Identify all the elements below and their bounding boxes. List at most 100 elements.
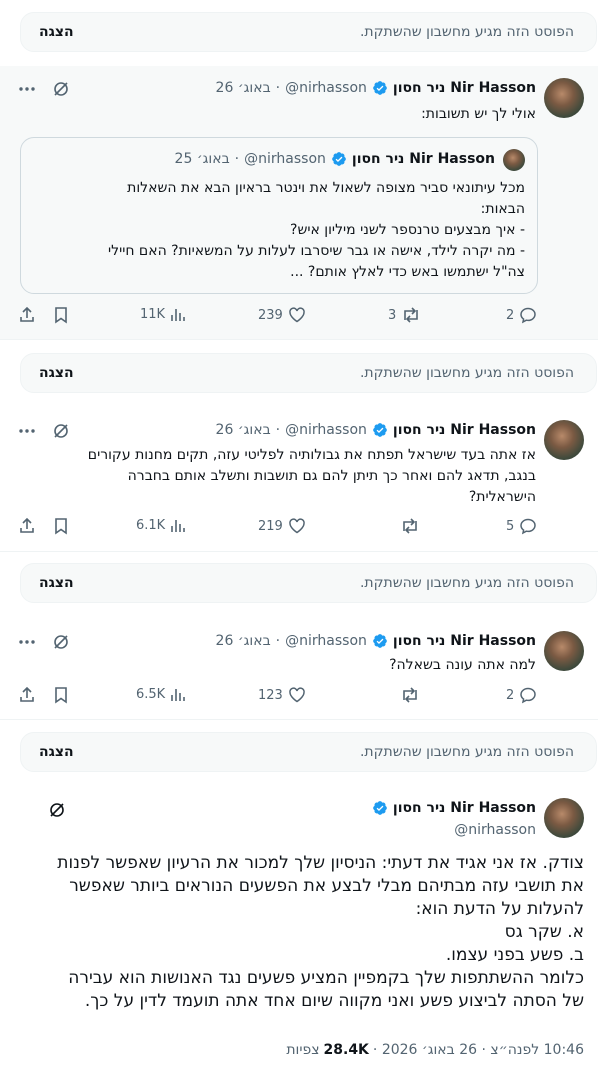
author-name[interactable]: ניר חסון Nir Hasson bbox=[393, 800, 536, 816]
views-icon bbox=[171, 689, 186, 701]
more-options-icon[interactable] bbox=[18, 80, 36, 98]
author-handle[interactable]: @nirhasson bbox=[454, 822, 536, 838]
views-button[interactable]: 6.5K bbox=[136, 686, 186, 702]
quoted-text-line: צה"ל ישתמשו באש כדי לאלץ אותם? ... bbox=[290, 264, 525, 280]
reposts-count: 3 bbox=[388, 307, 397, 323]
tweet-date[interactable]: 26 באוג׳ bbox=[216, 80, 271, 96]
tweet-header: ניר חסון Nir Hasson @nirhasson · 26 באוג… bbox=[216, 633, 536, 649]
main-tweet-header: ניר חסון Nir Hasson bbox=[372, 800, 536, 816]
bookmark-button[interactable] bbox=[52, 517, 70, 535]
divider bbox=[0, 551, 598, 552]
grok-icon[interactable] bbox=[52, 633, 70, 651]
muted-post-notice: הצגה הפוסט הזה מגיע מחשבון שהשתקת. bbox=[20, 353, 597, 393]
tweet-top-icons bbox=[18, 633, 70, 651]
bookmark-button[interactable] bbox=[52, 306, 70, 324]
muted-post-notice: הצגה הפוסט הזה מגיע מחשבון שהשתקת. bbox=[20, 732, 597, 772]
more-options-icon[interactable] bbox=[18, 422, 36, 440]
reply-icon bbox=[520, 518, 537, 535]
avatar[interactable] bbox=[544, 631, 584, 671]
tweet-top-icons bbox=[48, 801, 66, 819]
repost-icon bbox=[403, 518, 417, 534]
likes-count: 123 bbox=[258, 687, 283, 703]
show-post-button[interactable]: הצגה bbox=[39, 575, 74, 591]
dot-separator: · bbox=[275, 422, 281, 438]
tweet-text-line: הישראלית? bbox=[468, 489, 536, 505]
author-handle[interactable]: @nirhasson bbox=[285, 80, 367, 96]
verified-badge-icon bbox=[373, 81, 387, 95]
main-tweet-text: צודק. אז אני אגיד את דעתי: הניסיון שלך ל… bbox=[18, 852, 584, 1013]
divider bbox=[0, 339, 598, 340]
repost-button[interactable] bbox=[400, 686, 420, 704]
share-button[interactable] bbox=[18, 306, 36, 324]
author-handle[interactable]: @nirhasson bbox=[285, 422, 367, 438]
author-name[interactable]: ניר חסון Nir Hasson bbox=[393, 633, 536, 649]
main-tweet-timestamp: 10:46 לפנה״צ · 26 באוג׳ 2026 · 28.4K צפי… bbox=[286, 1042, 584, 1058]
more-options-icon[interactable] bbox=[18, 633, 36, 651]
verified-badge-icon bbox=[373, 801, 387, 815]
main-tweet-line: את תושבי עזה מבתיהם מבלי לבצע את הפשעים … bbox=[69, 876, 584, 896]
tweet-top-icons bbox=[18, 422, 70, 440]
likes-count: 239 bbox=[258, 307, 283, 323]
author-handle[interactable]: @nirhasson bbox=[285, 633, 367, 649]
tweet-text: אז אתה בעד שישראל תפתח את גבולותיה לפליט… bbox=[16, 445, 536, 508]
views-count: 6.5K bbox=[136, 686, 166, 702]
author-name[interactable]: ניר חסון Nir Hasson bbox=[393, 422, 536, 438]
grok-icon[interactable] bbox=[52, 80, 70, 98]
muted-post-message: הפוסט הזה מגיע מחשבון שהשתקת. bbox=[359, 24, 574, 40]
muted-post-message: הפוסט הזה מגיע מחשבון שהשתקת. bbox=[359, 744, 574, 760]
main-tweet-handle-row: @nirhasson bbox=[454, 822, 536, 838]
muted-post-message: הפוסט הזה מגיע מחשבון שהשתקת. bbox=[359, 575, 574, 591]
tweet-date[interactable]: 26 באוג׳ bbox=[216, 422, 271, 438]
share-button[interactable] bbox=[18, 686, 36, 704]
quoted-text: מכל עיתונאי סביר מצופה לשאול את וינטר בר… bbox=[31, 178, 525, 283]
show-post-button[interactable]: הצגה bbox=[39, 365, 74, 381]
like-button[interactable]: 123 bbox=[258, 686, 306, 704]
tweet-date[interactable]: 26 באוג׳ bbox=[216, 633, 271, 649]
main-tweet-line: כלומר ההשתתפות שלך בקמפיין המציע פשעים נ… bbox=[68, 968, 584, 988]
tweet-header: ניר חסון Nir Hasson @nirhasson · 26 באוג… bbox=[216, 80, 536, 96]
bookmark-button[interactable] bbox=[52, 686, 70, 704]
tweet-text: למה אתה עונה בשאלה? bbox=[389, 657, 536, 673]
tweet-text-line: אז אתה בעד שישראל תפתח את גבולותיה לפליט… bbox=[87, 447, 536, 463]
reply-button[interactable]: 5 bbox=[506, 517, 537, 535]
avatar[interactable] bbox=[544, 78, 584, 118]
tweet-actions: 6.1K 219 5 bbox=[18, 517, 538, 539]
avatar[interactable] bbox=[544, 798, 584, 838]
views-button[interactable]: 6.1K bbox=[136, 517, 186, 533]
share-icon bbox=[20, 517, 34, 533]
like-button[interactable]: 239 bbox=[258, 306, 306, 324]
quoted-author-name: ניר חסון Nir Hasson bbox=[351, 151, 495, 167]
grok-icon[interactable] bbox=[48, 801, 66, 819]
muted-post-message: הפוסט הזה מגיע מחשבון שהשתקת. bbox=[359, 365, 574, 381]
dot-separator: · bbox=[275, 633, 281, 649]
timestamp-text[interactable]: 10:46 לפנה״צ · 26 באוג׳ 2026 · bbox=[373, 1042, 584, 1058]
replies-count: 2 bbox=[506, 307, 515, 323]
repost-button[interactable]: 3 bbox=[388, 306, 421, 324]
avatar[interactable] bbox=[544, 420, 584, 460]
muted-post-notice: הצגה הפוסט הזה מגיע מחשבון שהשתקת. bbox=[20, 563, 597, 603]
repost-button[interactable] bbox=[400, 517, 420, 535]
dot-separator: · bbox=[234, 151, 240, 167]
share-button[interactable] bbox=[18, 517, 36, 535]
heart-icon bbox=[289, 687, 305, 703]
quoted-tweet[interactable]: ניר חסון Nir Hasson @nirhasson · 25 באוג… bbox=[20, 137, 538, 294]
share-icon bbox=[20, 686, 34, 702]
main-tweet-line: ב. פשע בפני עצמו. bbox=[445, 945, 584, 965]
bookmark-icon bbox=[55, 518, 67, 535]
reply-button[interactable]: 2 bbox=[506, 306, 537, 324]
show-post-button[interactable]: הצגה bbox=[39, 744, 74, 760]
reply-icon bbox=[520, 307, 537, 324]
views-total: 28.4K bbox=[323, 1042, 369, 1058]
likes-count: 219 bbox=[258, 518, 283, 534]
heart-icon bbox=[289, 307, 305, 323]
quoted-text-line: - איך מבצעים טרנספר לשני מיליון איש? bbox=[290, 222, 525, 238]
like-button[interactable]: 219 bbox=[258, 517, 306, 535]
show-post-button[interactable]: הצגה bbox=[39, 24, 74, 40]
reply-button[interactable]: 2 bbox=[506, 686, 537, 704]
grok-icon[interactable] bbox=[52, 422, 70, 440]
replies-count: 5 bbox=[506, 518, 515, 534]
author-name[interactable]: ניר חסון Nir Hasson bbox=[393, 80, 536, 96]
heart-icon bbox=[289, 518, 305, 534]
views-button[interactable]: 11K bbox=[140, 306, 186, 322]
quoted-date: 25 באוג׳ bbox=[174, 151, 230, 167]
